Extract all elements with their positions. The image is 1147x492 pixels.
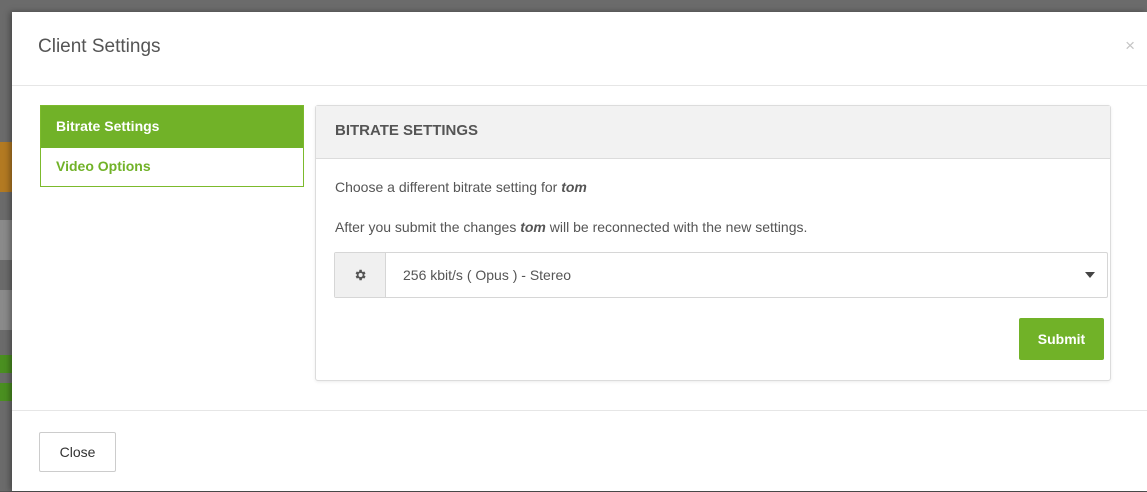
backdrop-strip-light: [0, 220, 12, 260]
sidebar-item-video-options[interactable]: Video Options: [41, 148, 303, 186]
bitrate-select[interactable]: 256 kbit/s ( Opus ) - Stereo: [334, 252, 1108, 298]
client-settings-modal: Client Settings × Bitrate Settings Video…: [12, 12, 1147, 491]
backdrop-strip-green: [0, 355, 12, 373]
gear-icon: [335, 253, 386, 297]
bitrate-description: Choose a different bitrate setting for t…: [335, 179, 587, 195]
caret-down-icon: [1085, 272, 1095, 278]
panel-heading: BITRATE SETTINGS: [316, 106, 1110, 159]
backdrop-strip-light-2: [0, 290, 12, 330]
modal-title: Client Settings: [38, 36, 161, 57]
bitrate-select-value: 256 kbit/s ( Opus ) - Stereo: [403, 267, 572, 283]
reconnect-notice-prefix: After you submit the changes: [335, 219, 521, 235]
reconnect-notice: After you submit the changes tom will be…: [335, 219, 807, 235]
username: tom: [561, 179, 587, 195]
modal-footer: Close: [12, 410, 1147, 492]
reconnect-notice-suffix: will be reconnected with the new setting…: [545, 219, 808, 235]
close-icon[interactable]: ×: [1125, 36, 1135, 56]
sidebar-item-bitrate-settings[interactable]: Bitrate Settings: [41, 106, 303, 148]
username: tom: [520, 219, 546, 235]
modal-header: Client Settings ×: [12, 12, 1147, 86]
bitrate-settings-panel: BITRATE SETTINGS Choose a different bitr…: [315, 105, 1111, 381]
submit-button[interactable]: Submit: [1019, 318, 1104, 360]
backdrop-strip-green-2: [0, 383, 12, 401]
backdrop-strip-orange: [0, 142, 12, 192]
panel-title: BITRATE SETTINGS: [335, 122, 479, 139]
bitrate-description-text: Choose a different bitrate setting for: [335, 179, 562, 195]
settings-sidebar: Bitrate Settings Video Options: [40, 105, 304, 187]
close-button[interactable]: Close: [39, 432, 116, 472]
